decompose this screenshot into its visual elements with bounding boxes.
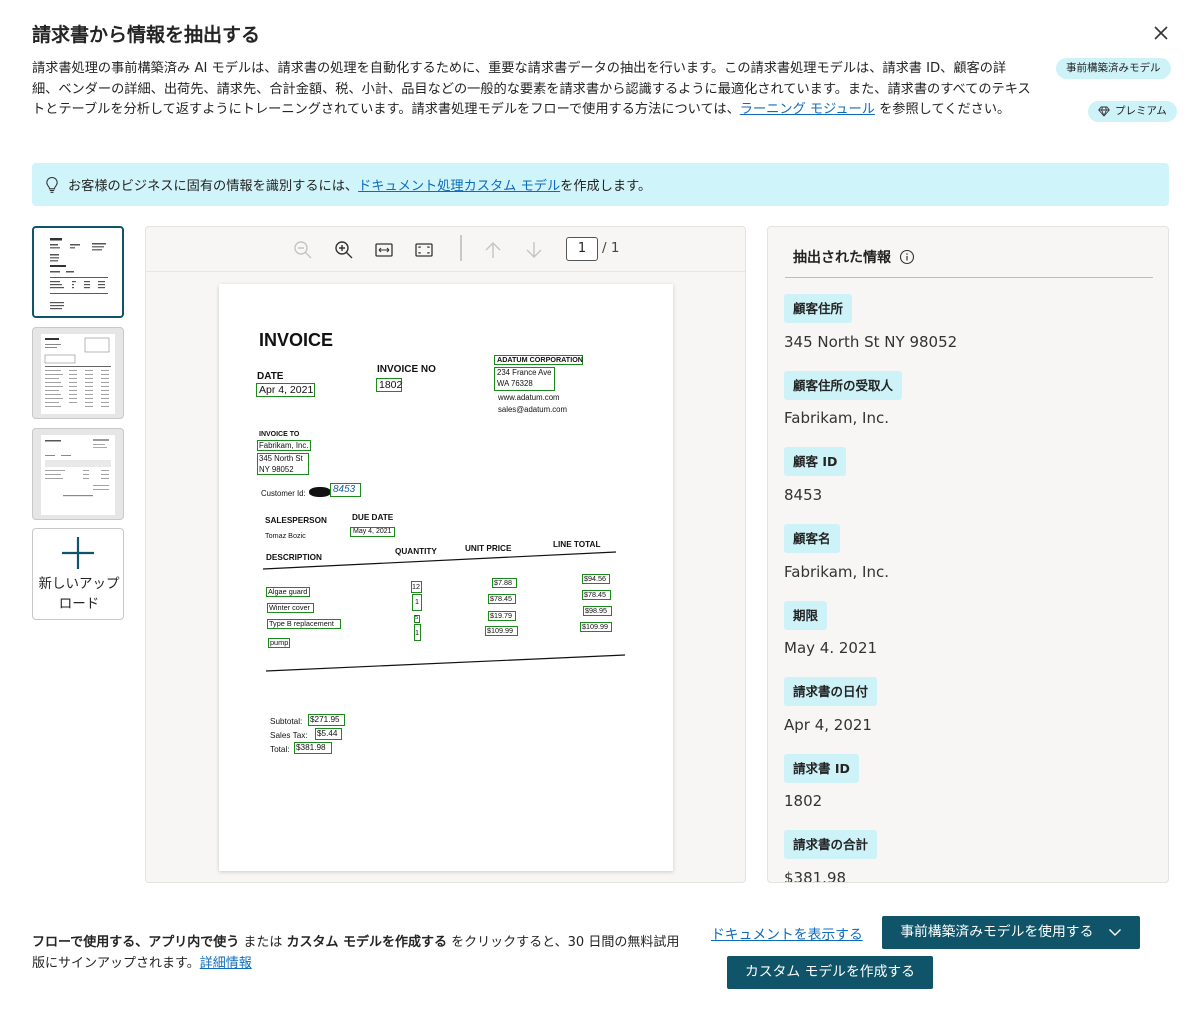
- panel-divider: [785, 277, 1153, 278]
- field-label-invoice-total: 請求書の合計: [784, 830, 878, 859]
- zoom-out-icon[interactable]: [292, 239, 314, 261]
- show-document-link[interactable]: ドキュメントを表示する: [711, 923, 863, 943]
- field-value-due-date: May 4. 2021: [784, 639, 878, 657]
- item-desc-1: Algae guard: [268, 587, 308, 596]
- subtotal-value: $271.95: [310, 715, 340, 724]
- use-prebuilt-model-button[interactable]: 事前構築済みモデルを使用する: [882, 916, 1140, 949]
- footer-create-custom: カスタム モデルを作成する: [286, 935, 448, 950]
- field-value-customer-name: Fabrikam, Inc.: [784, 563, 890, 581]
- item-qty-1: 12: [412, 582, 420, 591]
- field-label-customer-name: 顧客名: [784, 524, 840, 553]
- item-price-2: $78.45: [490, 594, 512, 603]
- document-viewer: 1 / 1 INVOICE DATE Apr 4, 2021 INVOICE N…: [145, 226, 746, 883]
- field-value-customer-recipient: Fabrikam, Inc.: [784, 409, 890, 427]
- description-text-end: を参照してください。: [874, 102, 1011, 117]
- footer-note: フローで使用する、アプリ内で使う または カスタム モデルを作成する をクリック…: [32, 932, 692, 974]
- item-desc-2: Winter cover: [269, 603, 310, 612]
- footer-use-in-flow: フローで使用する、アプリ内で使う: [32, 935, 240, 950]
- field-value-customer-address: 345 North St NY 98052: [784, 333, 958, 351]
- premium-badge: プレミアム: [1088, 101, 1177, 122]
- field-label-invoice-date: 請求書の日付: [784, 677, 878, 706]
- panel-title: 抽出された情報: [793, 247, 915, 267]
- custom-model-link[interactable]: ドキュメント処理カスタム モデル: [358, 175, 560, 194]
- arrow-down-icon[interactable]: [523, 239, 545, 261]
- use-prebuilt-model-label: 事前構築済みモデルを使用する: [900, 924, 1094, 940]
- extracted-info-panel: 抽出された情報 顧客住所 345 North St NY 98052 顧客住所の…: [767, 226, 1169, 883]
- item-total-3: $98.95: [585, 606, 607, 615]
- learn-more-link[interactable]: 詳細情報: [200, 956, 252, 971]
- field-value-invoice-total: $381.98: [784, 869, 847, 883]
- item-price-1: $7.88: [494, 578, 512, 587]
- close-icon[interactable]: [1148, 20, 1174, 46]
- new-upload-label: 新しいアップロード: [38, 576, 120, 612]
- info-banner: お客様のビジネスに固有の情報を識別するには、 ドキュメント処理カスタム モデル を…: [32, 163, 1169, 206]
- item-price-4: $109.99: [487, 626, 513, 635]
- item-total-2: $78.45: [584, 590, 606, 599]
- total-label: Total:: [270, 745, 290, 754]
- diamond-icon: [1098, 106, 1110, 117]
- item-qty-2: 1: [415, 597, 419, 606]
- chevron-down-icon: [1108, 929, 1121, 936]
- tax-label: Sales Tax:: [270, 731, 308, 740]
- info-icon[interactable]: [899, 249, 915, 265]
- subtotal-label: Subtotal:: [270, 717, 303, 726]
- document-page: INVOICE DATE Apr 4, 2021 INVOICE NO 1802…: [219, 284, 673, 871]
- field-label-customer-recipient: 顧客住所の受取人: [784, 371, 903, 400]
- create-custom-model-button[interactable]: カスタム モデルを作成する: [727, 956, 933, 989]
- document-thumbnail-2[interactable]: [32, 327, 124, 419]
- banner-text-end: を作成します。: [560, 179, 652, 194]
- item-desc-3: Type B replacement: [269, 619, 334, 628]
- dialog-description: 請求書処理の事前構築済み AI モデルは、請求書の処理を自動化するために、重要な…: [32, 59, 1032, 121]
- field-label-due-date: 期限: [784, 601, 828, 630]
- item-price-3: $19.79: [490, 611, 512, 620]
- invoice-thumbnail-preview: [42, 234, 116, 314]
- item-qty-3: 5: [415, 615, 419, 621]
- page-number-input[interactable]: 1: [566, 237, 598, 261]
- field-label-invoice-id: 請求書 ID: [784, 754, 859, 783]
- viewer-toolbar: 1 / 1: [146, 227, 745, 272]
- field-label-customer-address: 顧客住所: [784, 294, 853, 323]
- tax-value: $5.44: [317, 729, 338, 738]
- item-total-4: $109.99: [582, 622, 608, 631]
- premium-label: プレミアム: [1115, 105, 1167, 117]
- page-total: / 1: [602, 240, 620, 256]
- dialog-title: 請求書から情報を抽出する: [32, 24, 261, 46]
- learning-module-link[interactable]: ラーニング モジュール: [740, 102, 875, 117]
- field-label-customer-id: 顧客 ID: [784, 447, 847, 476]
- new-upload-button[interactable]: 新しいアップロード: [32, 528, 124, 620]
- plus-icon: [62, 537, 94, 569]
- item-total-1: $94.56: [584, 574, 606, 583]
- panel-title-text: 抽出された情報: [793, 250, 891, 266]
- footer-or: または: [239, 935, 287, 950]
- field-value-customer-id: 8453: [784, 486, 823, 504]
- item-qty-4: 1: [415, 628, 419, 637]
- zoom-in-icon[interactable]: [333, 239, 355, 261]
- lightbulb-icon: [46, 176, 58, 193]
- item-desc-4: pump: [270, 638, 289, 647]
- document-thumbnail-1[interactable]: [32, 226, 124, 318]
- factura-thumbnail-preview: [41, 334, 115, 414]
- fit-page-icon[interactable]: [413, 239, 435, 261]
- toolbar-separator: [460, 235, 462, 261]
- field-value-invoice-date: Apr 4, 2021: [784, 716, 872, 734]
- total-value: $381.98: [296, 743, 326, 752]
- invoice-thumbnail-preview-3: [41, 435, 115, 515]
- fit-width-icon[interactable]: [373, 239, 395, 261]
- prebuilt-model-badge: 事前構築済みモデル: [1056, 58, 1171, 79]
- banner-text: お客様のビジネスに固有の情報を識別するには、: [68, 179, 359, 194]
- document-thumbnail-3[interactable]: [32, 428, 124, 520]
- field-value-invoice-id: 1802: [784, 792, 823, 810]
- arrow-up-icon[interactable]: [482, 239, 504, 261]
